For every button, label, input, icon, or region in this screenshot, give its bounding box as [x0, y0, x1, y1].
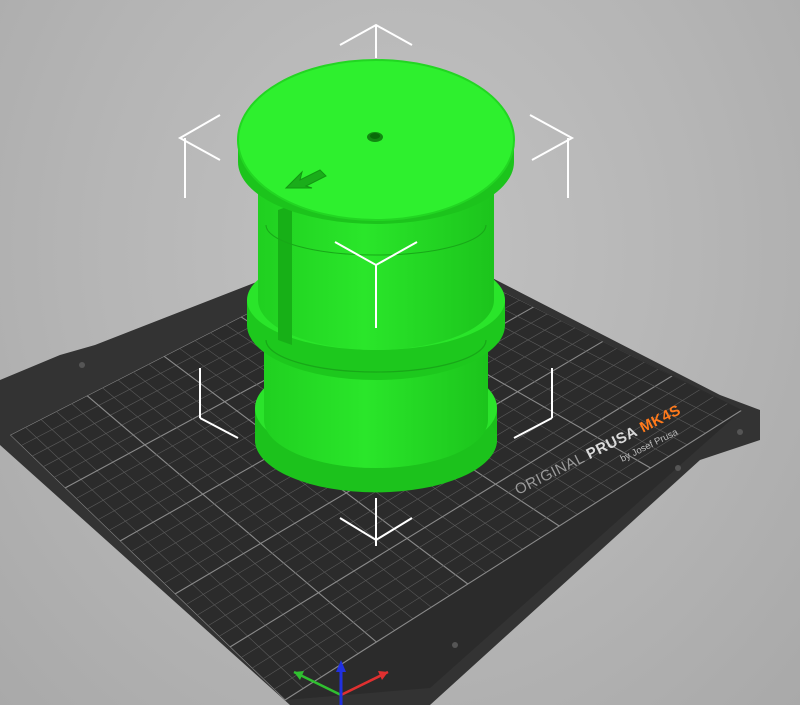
scene-canvas[interactable]: ORIGINAL PRUSA MK4S by Josef Prusa	[0, 0, 800, 705]
bed-screw	[737, 429, 743, 435]
bed-screw	[79, 362, 85, 368]
bed-screw	[675, 465, 681, 471]
3d-viewport[interactable]: ORIGINAL PRUSA MK4S by Josef Prusa	[0, 0, 800, 705]
bed-screw	[452, 642, 458, 648]
